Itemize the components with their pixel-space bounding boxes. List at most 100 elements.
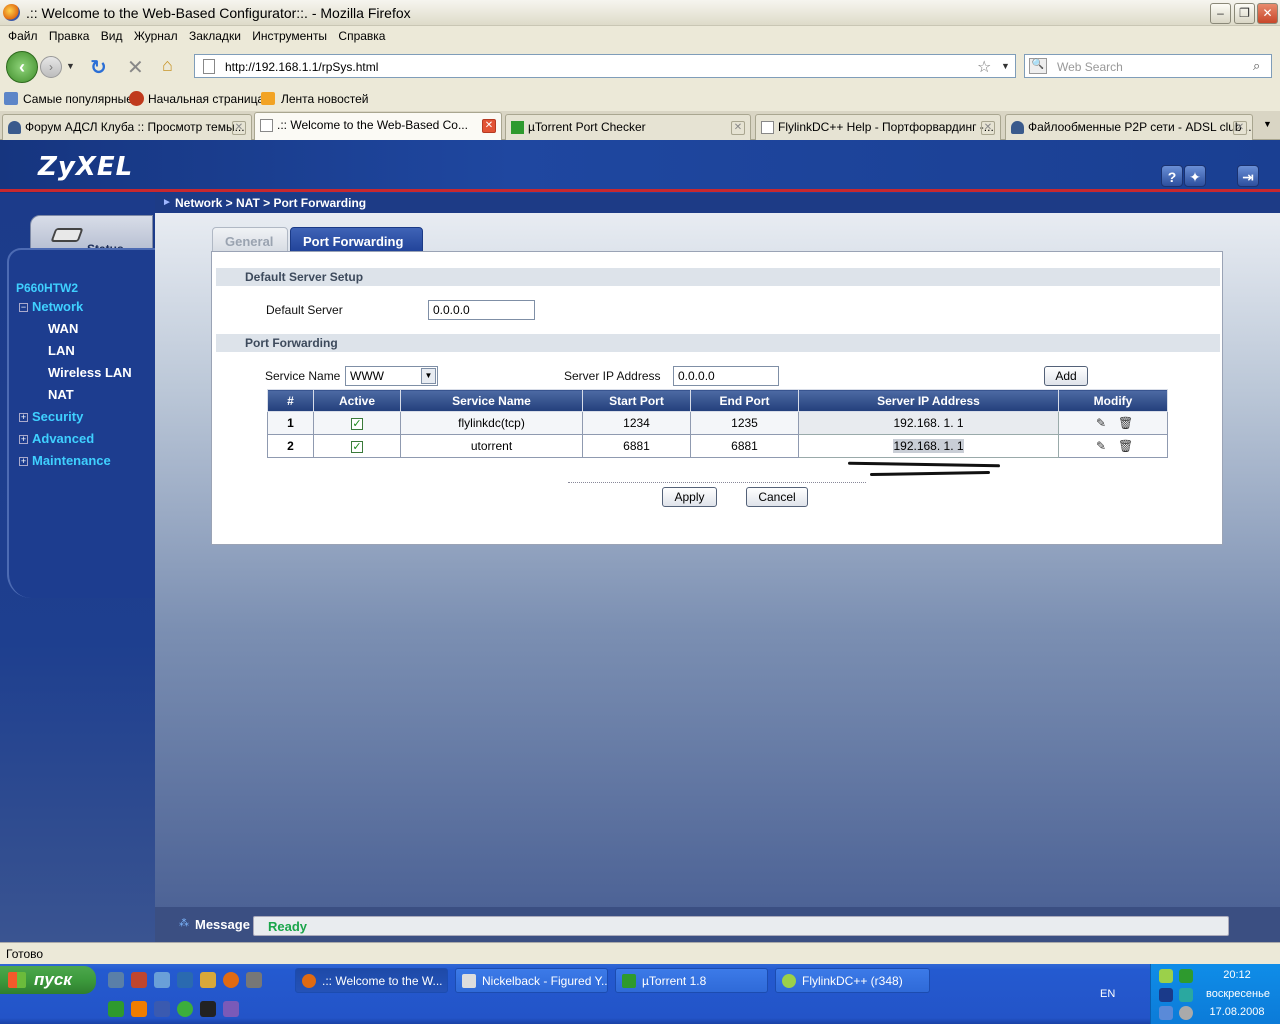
tab-close-icon[interactable]: ✕ <box>482 119 496 133</box>
search-engine-icon[interactable]: 🔍 <box>1029 58 1047 74</box>
tray-icon[interactable] <box>1159 988 1173 1002</box>
row-number: 2 <box>267 434 314 458</box>
reload-icon[interactable]: ↻ <box>90 55 107 80</box>
wizard-icon[interactable]: ✦ <box>1184 165 1206 187</box>
expand-icon[interactable]: + <box>19 413 28 422</box>
service-name-select[interactable]: WWW ▼ <box>345 366 438 386</box>
url-dropdown-icon[interactable]: ▼ <box>1001 61 1010 71</box>
utorrent-quicklaunch-icon[interactable] <box>108 1001 124 1017</box>
sidebar-item-lan[interactable]: LAN <box>48 343 75 358</box>
active-checkbox[interactable]: ✓ <box>351 418 363 430</box>
clock-time[interactable]: 20:12 <box>1197 969 1277 981</box>
tab-list-icon[interactable]: ▼ <box>1263 119 1272 129</box>
menu-view[interactable]: Вид <box>101 29 123 43</box>
bookmark-start-page[interactable]: Начальная страница <box>148 92 264 106</box>
menu-file[interactable]: Файл <box>8 29 38 43</box>
taskbar-item-firefox[interactable]: .:: Welcome to the W... <box>295 968 448 993</box>
tab-close-icon[interactable]: ✕ <box>1233 121 1247 135</box>
start-button[interactable]: пуск <box>0 966 96 994</box>
col-header-end-port: End Port <box>690 389 799 412</box>
edit-icon[interactable]: ✎ <box>1094 439 1108 453</box>
add-button[interactable]: Add <box>1044 366 1088 386</box>
tab-flylinkdc-help[interactable]: FlylinkDC++ Help - Портфорвардинг -... ✕ <box>755 114 1001 140</box>
sidebar-item-advanced[interactable]: Advanced <box>32 431 94 446</box>
quicklaunch-icon[interactable] <box>154 1001 170 1017</box>
sidebar-item-nat[interactable]: NAT <box>48 387 74 402</box>
firefox-quicklaunch-icon[interactable] <box>223 972 239 988</box>
vlc-quicklaunch-icon[interactable] <box>131 1001 147 1017</box>
minimize-button[interactable]: – <box>1210 3 1231 24</box>
tab-close-icon[interactable]: ✕ <box>981 121 995 135</box>
star-icon[interactable]: ☆ <box>977 57 991 77</box>
history-dropdown-icon[interactable]: ▼ <box>66 61 75 71</box>
sidebar-item-wireless-lan[interactable]: Wireless LAN <box>48 365 132 380</box>
tray-icon[interactable] <box>1179 988 1193 1002</box>
taskbar-item-utorrent[interactable]: µTorrent 1.8 <box>615 968 768 993</box>
tray-icon[interactable] <box>1179 1006 1193 1020</box>
delete-icon[interactable]: 🗑 <box>1118 416 1133 430</box>
delete-icon[interactable]: 🗑 <box>1118 439 1133 453</box>
tab-zyxel-configurator[interactable]: .:: Welcome to the Web-Based Co... ✕ <box>254 112 502 140</box>
expand-icon[interactable]: + <box>19 435 28 444</box>
tab-close-icon[interactable]: ✕ <box>232 121 246 135</box>
taskbar: пуск .:: Welcome to the W... Nickelback … <box>0 964 1280 1024</box>
tray-icon[interactable] <box>1179 969 1193 983</box>
tab-p2p-networks[interactable]: Файлообменные P2P сети - ADSL club ... ✕ <box>1005 114 1253 140</box>
section-default-server: Default Server Setup <box>216 268 1220 286</box>
search-go-icon[interactable]: ⌕ <box>1253 58 1260 74</box>
quicklaunch-icon[interactable] <box>177 972 193 988</box>
server-ip-input[interactable]: 0.0.0.0 <box>673 366 779 386</box>
cancel-button[interactable]: Cancel <box>746 487 808 507</box>
help-icon[interactable]: ? <box>1161 165 1183 187</box>
chevron-down-icon[interactable]: ▼ <box>421 368 436 384</box>
sidebar-item-wan[interactable]: WAN <box>48 321 78 336</box>
menu-tools[interactable]: Инструменты <box>252 29 327 43</box>
quicklaunch-icon[interactable] <box>131 972 147 988</box>
taskbar-item-media[interactable]: Nickelback - Figured Y... <box>455 968 608 993</box>
apply-button[interactable]: Apply <box>662 487 717 507</box>
bookmark-news-feed[interactable]: Лента новостей <box>281 92 369 106</box>
tray-icon[interactable] <box>1159 1006 1173 1020</box>
sidebar-item-security[interactable]: Security <box>32 409 83 424</box>
tab-port-forwarding[interactable]: Port Forwarding <box>290 227 423 252</box>
home-icon[interactable]: ⌂ <box>162 55 173 76</box>
sidebar-item-network[interactable]: Network <box>32 299 83 314</box>
search-bar[interactable]: 🔍 Web Search ⌕ <box>1024 54 1272 78</box>
expand-icon[interactable]: + <box>19 457 28 466</box>
bookmark-most-visited[interactable]: Самые популярные <box>23 92 133 106</box>
stop-icon[interactable]: ✕ <box>127 55 144 80</box>
menu-edit[interactable]: Правка <box>49 29 90 43</box>
quicklaunch-icon[interactable] <box>200 1001 216 1017</box>
logout-icon[interactable]: ⇥ <box>1237 165 1259 187</box>
breadcrumb-bar: ► Network > NAT > Port Forwarding <box>155 193 1280 213</box>
menu-history[interactable]: Журнал <box>134 29 178 43</box>
tab-adsl-forum[interactable]: Форум АДСЛ Клуба :: Просмотр темы... ✕ <box>2 114 252 140</box>
sidebar-item-maintenance[interactable]: Maintenance <box>32 453 111 468</box>
menu-bookmarks[interactable]: Закладки <box>189 29 241 43</box>
quicklaunch-icon[interactable] <box>154 972 170 988</box>
close-button[interactable]: ✕ <box>1257 3 1278 24</box>
language-indicator[interactable]: EN <box>1100 988 1115 1000</box>
default-server-input[interactable]: 0.0.0.0 <box>428 300 535 320</box>
tab-close-icon[interactable]: ✕ <box>731 121 745 135</box>
forward-icon[interactable]: › <box>40 56 62 78</box>
quicklaunch-icon[interactable] <box>177 1001 193 1017</box>
url-bar[interactable]: http://192.168.1.1/rpSys.html ☆ ▼ <box>194 54 1016 78</box>
bookmark-start-icon <box>129 91 144 106</box>
quicklaunch-icon[interactable] <box>200 972 216 988</box>
system-tray: 20:12 воскресенье 17.08.2008 <box>1150 964 1280 1024</box>
tray-icon[interactable] <box>1159 969 1173 983</box>
back-icon[interactable]: ‹ <box>6 51 38 83</box>
collapse-icon[interactable]: − <box>19 303 28 312</box>
service-name-cell: flylinkdc(tcp) <box>400 411 583 435</box>
quicklaunch-icon[interactable] <box>223 1001 239 1017</box>
edit-icon[interactable]: ✎ <box>1094 416 1108 430</box>
menu-help[interactable]: Справка <box>338 29 385 43</box>
maximize-button[interactable]: ❐ <box>1234 3 1255 24</box>
tab-general[interactable]: General <box>212 227 288 252</box>
tab-utorrent-checker[interactable]: µTorrent Port Checker ✕ <box>505 114 751 140</box>
quicklaunch-icon[interactable] <box>246 972 262 988</box>
quicklaunch-icon[interactable] <box>108 972 124 988</box>
taskbar-item-flylinkdc[interactable]: FlylinkDC++ (r348) <box>775 968 930 993</box>
active-checkbox[interactable]: ✓ <box>351 441 363 453</box>
